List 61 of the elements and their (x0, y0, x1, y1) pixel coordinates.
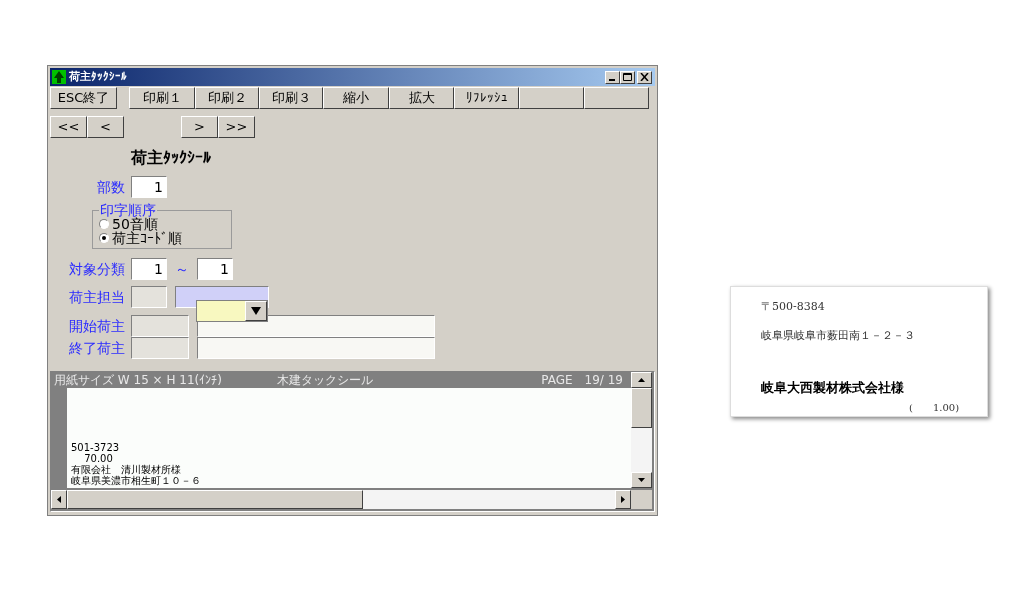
minimize-button[interactable] (605, 70, 620, 84)
scroll-down-button[interactable] (631, 472, 652, 488)
shipper-code-field[interactable] (131, 315, 189, 337)
staff-code-field[interactable] (131, 286, 167, 308)
preview-title: 木建タックシール (276, 372, 373, 389)
range-from-field[interactable]: 1 (131, 258, 167, 280)
toolbar-button[interactable]: 縮小 (323, 87, 389, 109)
nav-button[interactable]: >> (218, 116, 255, 138)
scrollbar-corner (631, 490, 652, 509)
vertical-scrollbar[interactable] (631, 388, 652, 488)
window-title: 荷主ﾀｯｸｼｰﾙ (69, 68, 127, 85)
shipper-code-field[interactable] (131, 337, 189, 359)
nav-button[interactable]: << (50, 116, 87, 138)
group-legend: 印字順序 (99, 203, 157, 217)
field-label: 部数 (96, 177, 126, 197)
down-arrow-icon (638, 478, 645, 482)
toolbar-button[interactable]: 拡大 (389, 87, 454, 109)
preview-text: 岐阜県美濃市相生町１０－６ (71, 475, 202, 486)
dropdown[interactable] (196, 300, 268, 322)
maximize-button[interactable] (620, 70, 635, 84)
nav-button[interactable]: > (181, 116, 218, 138)
scroll-thumb[interactable] (631, 388, 652, 428)
toolbar-button[interactable]: ESC終了 (50, 87, 117, 109)
toolbar-button[interactable]: 印刷３ (259, 87, 323, 109)
toolbar-button[interactable]: ﾘﾌﾚｯｼｭ (454, 87, 519, 109)
nav-button[interactable]: < (87, 116, 124, 138)
radio-button[interactable] (99, 219, 109, 229)
field-label: 荷主担当 (68, 287, 126, 307)
maximize-icon (623, 73, 632, 81)
up-arrow-icon (638, 378, 645, 382)
close-icon (640, 73, 649, 81)
scroll-left-button[interactable] (51, 490, 67, 509)
toolbar-button[interactable]: 印刷１ (129, 87, 195, 109)
scroll-thumb[interactable] (67, 490, 363, 509)
quantity-text: ( 1.00) (909, 400, 961, 415)
scroll-right-button[interactable] (615, 490, 631, 509)
postal-code: 〒500-8384 (761, 299, 826, 315)
radio-label: 50音順 (112, 217, 158, 231)
field-label: 対象分類 (68, 259, 126, 279)
right-arrow-icon (621, 496, 625, 503)
horizontal-scrollbar[interactable] (51, 490, 631, 509)
page-indicator: PAGE 19/ 19 (541, 372, 623, 389)
preview-text: 有限会社 清川製材所様 (71, 464, 182, 475)
scroll-up-button[interactable] (631, 372, 652, 388)
address-text: 岐阜県岐阜市薮田南１－２－３ (761, 327, 916, 344)
close-button[interactable] (637, 70, 652, 84)
copies-field[interactable]: 1 (131, 176, 167, 198)
range-separator: ～ (174, 259, 190, 279)
recipient-name: 岐阜大西製材株式会社様 (761, 379, 905, 397)
shipper-name-field[interactable] (197, 337, 435, 359)
radio-label: 荷主ｺｰﾄﾞ順 (112, 231, 182, 245)
form-heading: 荷主ﾀｯｸｼｰﾙ (131, 147, 212, 169)
paper-size-text: 用紙サイズ W 15 × H 11(ｲﾝﾁ) (54, 372, 222, 389)
field-label: 終了荷主 (68, 338, 126, 358)
field-label: 開始荷主 (68, 316, 126, 336)
preview-text: 70.00 (83, 453, 114, 464)
range-to-field[interactable]: 1 (197, 258, 233, 280)
toolbar-button[interactable]: 印刷２ (195, 87, 259, 109)
preview-text: 501-3723 (71, 442, 121, 453)
left-arrow-icon (57, 496, 61, 503)
radio-button[interactable] (99, 233, 109, 243)
